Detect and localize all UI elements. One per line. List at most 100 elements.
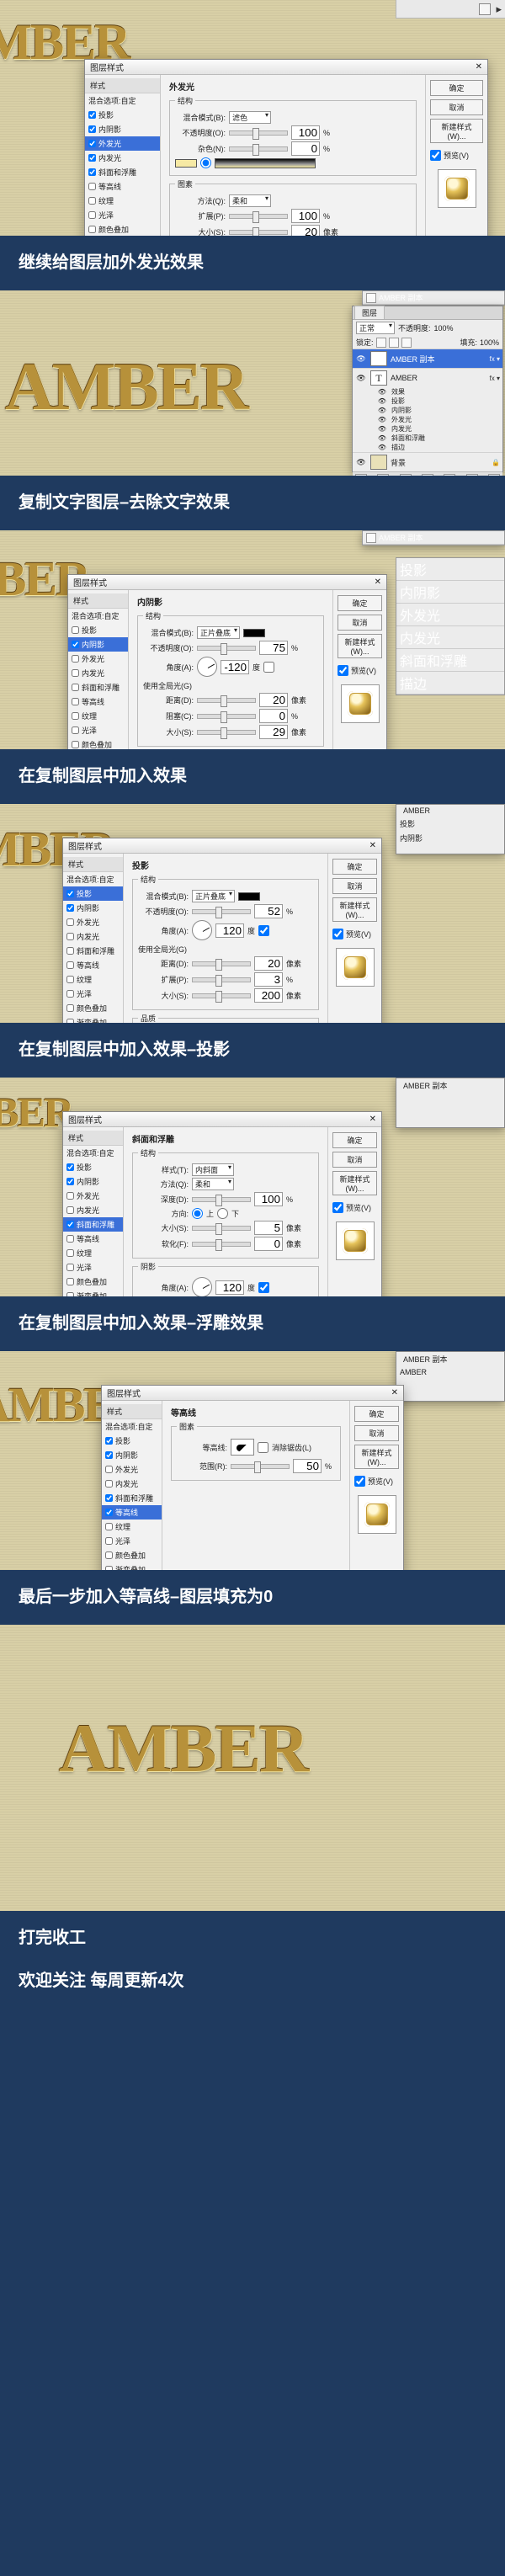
- style-blend-options[interactable]: 混合选项:自定: [68, 609, 128, 623]
- select-blend-mode[interactable]: 滤色: [229, 111, 271, 124]
- check-preview[interactable]: [430, 150, 441, 161]
- input-spread[interactable]: [254, 972, 283, 987]
- radio-down[interactable]: [217, 1208, 228, 1219]
- input-opacity[interactable]: [291, 125, 320, 140]
- eye-icon[interactable]: 👁: [355, 374, 367, 383]
- style-outer-glow[interactable]: 外发光: [63, 915, 123, 929]
- check-global[interactable]: [263, 662, 274, 673]
- value-fill[interactable]: 100%: [480, 338, 499, 347]
- panel-menu-arrow[interactable]: ▸: [496, 3, 502, 16]
- input-noise[interactable]: [291, 141, 320, 156]
- input-spread[interactable]: [291, 209, 320, 223]
- style-texture[interactable]: 纹理: [63, 972, 123, 987]
- style-outer-glow[interactable]: 外发光: [68, 652, 128, 666]
- fx-badge[interactable]: fx ▾: [490, 375, 500, 382]
- eye-icon[interactable]: 👁: [355, 354, 367, 364]
- lock-position-icon[interactable]: [389, 338, 399, 348]
- layer-bg[interactable]: 👁 背景 🔒: [353, 452, 502, 471]
- style-drop-shadow[interactable]: 投影: [63, 886, 123, 901]
- input-distance[interactable]: [254, 956, 283, 971]
- input-size[interactable]: [291, 225, 320, 236]
- style-color-overlay[interactable]: 颜色叠加: [68, 737, 128, 749]
- style-contour[interactable]: 等高线: [85, 179, 160, 194]
- gradient-bar[interactable]: [215, 158, 316, 168]
- input-opacity[interactable]: [254, 904, 283, 918]
- value-opacity[interactable]: 100%: [434, 324, 454, 333]
- close-icon[interactable]: ✕: [369, 1115, 376, 1124]
- select-blend[interactable]: 正常: [356, 322, 395, 334]
- check-anti-alias[interactable]: [258, 1442, 268, 1453]
- slider-choke[interactable]: [197, 714, 256, 719]
- contour-thumb[interactable]: [231, 1439, 254, 1456]
- close-icon[interactable]: ✕: [375, 577, 381, 587]
- new-style-button[interactable]: 新建样式(W)...: [338, 634, 382, 658]
- slider-spread[interactable]: [229, 214, 288, 219]
- radio-up[interactable]: [192, 1208, 203, 1219]
- style-contour[interactable]: 等高线: [68, 695, 128, 709]
- input-angle[interactable]: [215, 1280, 244, 1295]
- input-size[interactable]: [254, 988, 283, 1003]
- style-drop-shadow[interactable]: 投影: [68, 623, 128, 637]
- style-inner-glow[interactable]: 内发光: [68, 666, 128, 680]
- cancel-button[interactable]: 取消: [430, 99, 483, 115]
- style-contour[interactable]: 等高线: [63, 958, 123, 972]
- ok-button[interactable]: 确定: [338, 595, 382, 611]
- doc-tab[interactable]: AMBER 副本: [379, 532, 423, 543]
- check-global[interactable]: [258, 1282, 269, 1293]
- new-style-button[interactable]: 新建样式(W)...: [332, 1171, 377, 1195]
- group-icon[interactable]: [444, 474, 455, 476]
- input-opacity[interactable]: [259, 641, 288, 655]
- style-color-overlay[interactable]: 颜色叠加: [63, 1001, 123, 1015]
- check-preview[interactable]: [338, 665, 348, 676]
- check-preview[interactable]: [354, 1476, 365, 1487]
- link-icon[interactable]: [355, 474, 367, 476]
- style-bevel-emboss[interactable]: 斜面和浮雕: [68, 680, 128, 695]
- fx-item[interactable]: 👁内阴影: [353, 406, 502, 415]
- fx-item[interactable]: 👁投影: [353, 397, 502, 406]
- new-style-button[interactable]: 新建样式(W)...: [332, 897, 377, 922]
- slider-opacity[interactable]: [197, 646, 256, 651]
- input-choke[interactable]: [259, 709, 288, 723]
- fx-icon[interactable]: [377, 474, 389, 476]
- angle-dial[interactable]: [192, 920, 212, 940]
- cancel-button[interactable]: 取消: [332, 878, 377, 894]
- fx-item[interactable]: 👁描边: [353, 443, 502, 452]
- input-distance[interactable]: [259, 693, 288, 707]
- slider-distance[interactable]: [197, 698, 256, 703]
- color-swatch[interactable]: [238, 892, 260, 901]
- style-inner-shadow[interactable]: 内阴影: [85, 122, 160, 136]
- select-blend-mode[interactable]: 正片叠底: [197, 626, 240, 639]
- radio-gradient[interactable]: [200, 157, 211, 168]
- style-bevel-emboss[interactable]: 斜面和浮雕: [85, 165, 160, 179]
- ok-button[interactable]: 确定: [332, 1132, 377, 1148]
- fx-item[interactable]: 👁效果: [353, 387, 502, 397]
- input-soften[interactable]: [254, 1237, 283, 1251]
- style-inner-shadow[interactable]: 内阴影: [68, 637, 128, 652]
- layer-orig[interactable]: 👁 T AMBER fx ▾: [353, 368, 502, 387]
- style-texture[interactable]: 纹理: [68, 709, 128, 723]
- fx-badge[interactable]: fx ▾: [490, 355, 500, 363]
- style-outer-glow[interactable]: 外发光: [85, 136, 160, 151]
- angle-dial[interactable]: [192, 1277, 212, 1296]
- check-global[interactable]: [258, 925, 269, 936]
- close-icon[interactable]: ✕: [391, 1388, 398, 1397]
- cancel-button[interactable]: 取消: [354, 1425, 399, 1441]
- cancel-button[interactable]: 取消: [338, 615, 382, 631]
- check-preview[interactable]: [332, 929, 343, 939]
- lock-pixels-icon[interactable]: [376, 338, 386, 348]
- close-icon[interactable]: ✕: [369, 841, 376, 850]
- style-inner-shadow[interactable]: 内阴影: [63, 901, 123, 915]
- trash-icon[interactable]: [488, 474, 500, 476]
- fill-adj-icon[interactable]: [422, 474, 433, 476]
- new-layer-icon[interactable]: [466, 474, 478, 476]
- style-bevel-emboss[interactable]: 斜面和浮雕: [63, 944, 123, 958]
- new-style-button[interactable]: 新建样式(W)...: [354, 1445, 399, 1469]
- select-technique[interactable]: 柔和: [192, 1178, 234, 1190]
- tab-layers[interactable]: 图层: [354, 306, 385, 319]
- style-satin[interactable]: 光泽: [85, 208, 160, 222]
- check-preview[interactable]: [332, 1202, 343, 1213]
- slider-opacity[interactable]: [229, 130, 288, 136]
- angle-dial[interactable]: [197, 657, 217, 677]
- slider-noise[interactable]: [229, 146, 288, 152]
- cancel-button[interactable]: 取消: [332, 1152, 377, 1168]
